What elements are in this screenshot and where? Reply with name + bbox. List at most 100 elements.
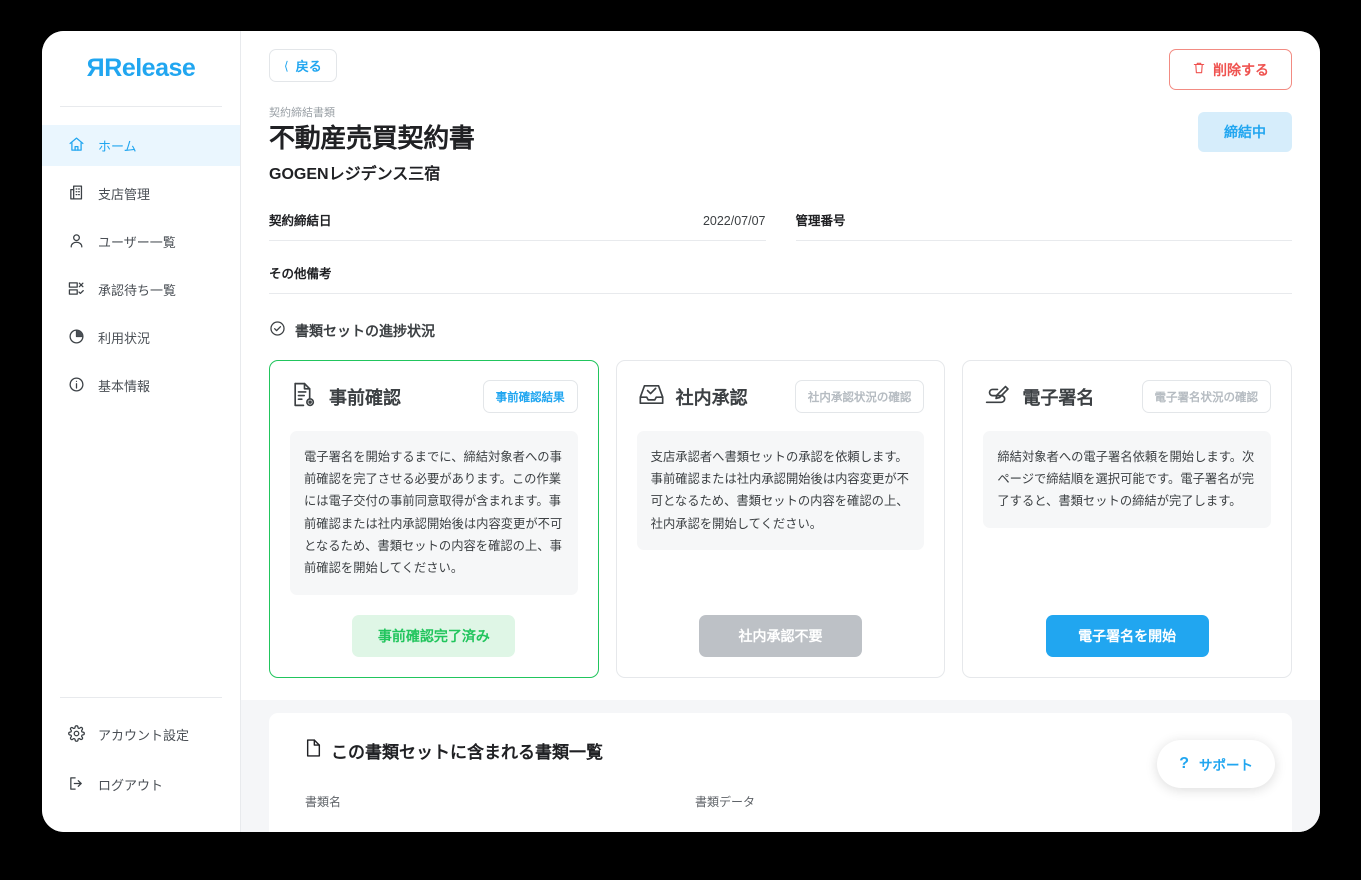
card-description: 支店承認者へ書類セットの承認を依頼します。事前確認または社内承認開始後は内容変更… bbox=[636, 430, 925, 550]
card-internal-approval: 社内承認 社内承認状況の確認 支店承認者へ書類セットの承認を依頼します。事前確認… bbox=[615, 359, 946, 678]
sidebar-bottom-divider bbox=[60, 697, 222, 698]
card-cta-label: 事前確認完了済み bbox=[377, 627, 490, 644]
sidebar-nav-main: ホーム 支店管理 ユーザー一覧 承認待ち一覧 利用状況 基本情報 bbox=[42, 107, 240, 697]
building-icon bbox=[68, 184, 85, 204]
card-pre-check: 事前確認 事前確認結果 電子署名を開始するまでに、締結対象者への事前確認を完了さ… bbox=[269, 359, 599, 678]
document-table-header: 書類名 書類データ bbox=[305, 793, 1256, 810]
sidebar-item-basic-info[interactable]: 基本情報 bbox=[42, 365, 240, 406]
sidebar-item-label: 承認待ち一覧 bbox=[98, 283, 177, 298]
card-header: 電子署名 電子署名状況の確認 bbox=[983, 380, 1272, 414]
top-toolbar: ⟨ 戻る 削除する bbox=[269, 49, 1292, 90]
sidebar-nav-bottom: アカウント設定 ログアウト bbox=[42, 714, 240, 832]
card-cta-label: 電子署名を開始 bbox=[1078, 627, 1177, 644]
field-label: 管理番号 bbox=[795, 213, 846, 228]
card-action-label: 事前確認結果 bbox=[495, 391, 565, 404]
sidebar-item-user-list[interactable]: ユーザー一覧 bbox=[42, 221, 240, 262]
logout-icon bbox=[68, 775, 85, 795]
card-title: 事前確認 bbox=[329, 387, 401, 408]
document-review-icon bbox=[290, 380, 319, 414]
document-list-panel: この書類セットに含まれる書類一覧 書類名 書類データ bbox=[269, 712, 1292, 832]
metadata-row: 契約締結日 2022/07/07 管理番号 bbox=[269, 210, 1292, 241]
brand-logo[interactable]: R Release bbox=[42, 31, 240, 106]
approval-list-icon bbox=[68, 280, 85, 300]
sidebar-item-pending-approvals[interactable]: 承認待ち一覧 bbox=[42, 269, 240, 310]
signature-icon bbox=[983, 380, 1012, 414]
brand-logo-mark: R bbox=[86, 54, 105, 82]
pie-chart-icon bbox=[68, 328, 85, 348]
card-header-left: 電子署名 bbox=[983, 380, 1094, 414]
card-cta-wrap: 社内承認不要 bbox=[637, 595, 925, 657]
card-cta-wrap: 事前確認完了済み bbox=[290, 595, 578, 657]
progress-section-title: 書類セットの進捗状況 bbox=[295, 322, 435, 339]
status-badge: 締結中 bbox=[1198, 112, 1292, 152]
card-description: 電子署名を開始するまでに、締結対象者への事前確認を完了させる必要があります。この… bbox=[290, 430, 578, 595]
card-header: 事前確認 事前確認結果 bbox=[290, 380, 578, 414]
card-action-label: 社内承認状況の確認 bbox=[807, 391, 912, 404]
card-title: 電子署名 bbox=[1022, 387, 1095, 408]
title-block: 契約締結書類 不動産売買契約書 GOGENレジデンス三宿 bbox=[269, 104, 475, 184]
delete-button-label: 削除する bbox=[1213, 61, 1269, 78]
trash-icon bbox=[1192, 61, 1206, 78]
field-management-number: 管理番号 bbox=[795, 210, 1292, 241]
inbox-check-icon bbox=[637, 380, 666, 414]
user-icon bbox=[68, 232, 85, 252]
home-icon bbox=[68, 136, 85, 156]
sidebar-item-account-settings[interactable]: アカウント設定 bbox=[42, 714, 240, 755]
document-list-header: この書類セットに含まれる書類一覧 bbox=[305, 738, 1256, 763]
brand-logo-text: Release bbox=[104, 54, 196, 82]
internal-approval-cta-button[interactable]: 社内承認不要 bbox=[699, 614, 862, 657]
breadcrumb: 契約締結書類 bbox=[269, 107, 335, 119]
back-button-label: 戻る bbox=[295, 59, 322, 74]
card-header-left: 社内承認 bbox=[637, 380, 748, 414]
sidebar: R Release ホーム 支店管理 ユーザー一覧 承認待ち一覧 利用状況 基本… bbox=[42, 31, 241, 832]
document-list-title: この書類セットに含まれる書類一覧 bbox=[331, 742, 603, 762]
gear-icon bbox=[68, 724, 85, 745]
field-value: 2022/07/07 bbox=[702, 213, 766, 228]
field-label: その他備考 bbox=[269, 266, 332, 281]
pre-check-status-button[interactable]: 事前確認完了済み bbox=[352, 614, 516, 657]
chevron-left-icon: ⟨ bbox=[284, 58, 289, 73]
sidebar-item-branch-management[interactable]: 支店管理 bbox=[42, 173, 240, 214]
field-remarks: その他備考 bbox=[269, 263, 1292, 294]
card-cta-wrap: 電子署名を開始 bbox=[983, 595, 1271, 657]
field-label: 契約締結日 bbox=[269, 213, 332, 228]
support-button-label: サポート bbox=[1199, 758, 1253, 773]
support-button[interactable]: ? サポート bbox=[1157, 740, 1275, 788]
info-circle-icon bbox=[68, 376, 85, 396]
column-header-data: 書類データ bbox=[695, 794, 756, 809]
sidebar-item-home[interactable]: ホーム bbox=[42, 125, 240, 166]
card-title: 社内承認 bbox=[675, 387, 748, 408]
page-title: 不動産売買契約書 bbox=[269, 123, 475, 153]
progress-section-header: 書類セットの進捗状況 bbox=[269, 320, 1292, 342]
sidebar-item-label: ホーム bbox=[98, 139, 137, 154]
internal-approval-status-button[interactable]: 社内承認状況の確認 bbox=[794, 380, 925, 413]
delete-button[interactable]: 削除する bbox=[1169, 49, 1292, 90]
sidebar-item-label: アカウント設定 bbox=[98, 728, 190, 743]
card-e-signature: 電子署名 電子署名状況の確認 締結対象者への電子署名依頼を開始します。次ページで… bbox=[962, 359, 1293, 678]
card-description: 締結対象者への電子署名依頼を開始します。次ページで締結順を選択可能です。電子署名… bbox=[983, 430, 1272, 528]
sidebar-item-label: ログアウト bbox=[98, 778, 164, 793]
page-subtitle: GOGENレジデンス三宿 bbox=[269, 165, 441, 183]
app-window: R Release ホーム 支店管理 ユーザー一覧 承認待ち一覧 利用状況 基本… bbox=[42, 31, 1320, 832]
sidebar-item-logout[interactable]: ログアウト bbox=[42, 764, 240, 805]
sidebar-item-label: 利用状況 bbox=[98, 331, 151, 346]
e-signature-status-button[interactable]: 電子署名状況の確認 bbox=[1141, 380, 1272, 413]
question-mark-icon: ? bbox=[1179, 755, 1189, 772]
card-cta-label: 社内承認不要 bbox=[738, 627, 823, 644]
field-contract-date: 契約締結日 2022/07/07 bbox=[269, 210, 766, 241]
metadata-section: 契約締結日 2022/07/07 管理番号 その他備考 bbox=[269, 210, 1292, 294]
page-title-row: 契約締結書類 不動産売買契約書 GOGENレジデンス三宿 締結中 bbox=[269, 104, 1292, 184]
progress-cards: 事前確認 事前確認結果 電子署名を開始するまでに、締結対象者への事前確認を完了さ… bbox=[269, 359, 1293, 678]
main-content: ⟨ 戻る 削除する 契約締結書類 不動産売買契約書 GOGENレジデンス三宿 締… bbox=[241, 31, 1320, 832]
card-action-label: 電子署名状況の確認 bbox=[1154, 391, 1259, 404]
sidebar-item-usage-status[interactable]: 利用状況 bbox=[42, 317, 240, 358]
back-button[interactable]: ⟨ 戻る bbox=[269, 49, 337, 82]
sidebar-item-label: ユーザー一覧 bbox=[98, 235, 176, 250]
sidebar-item-label: 基本情報 bbox=[98, 379, 151, 394]
column-header-name: 書類名 bbox=[305, 794, 342, 809]
start-e-signature-button[interactable]: 電子署名を開始 bbox=[1045, 614, 1209, 657]
metadata-row: その他備考 bbox=[269, 263, 1292, 294]
card-header: 社内承認 社内承認状況の確認 bbox=[637, 380, 925, 414]
sidebar-item-label: 支店管理 bbox=[98, 187, 151, 202]
pre-check-result-button[interactable]: 事前確認結果 bbox=[482, 380, 578, 413]
